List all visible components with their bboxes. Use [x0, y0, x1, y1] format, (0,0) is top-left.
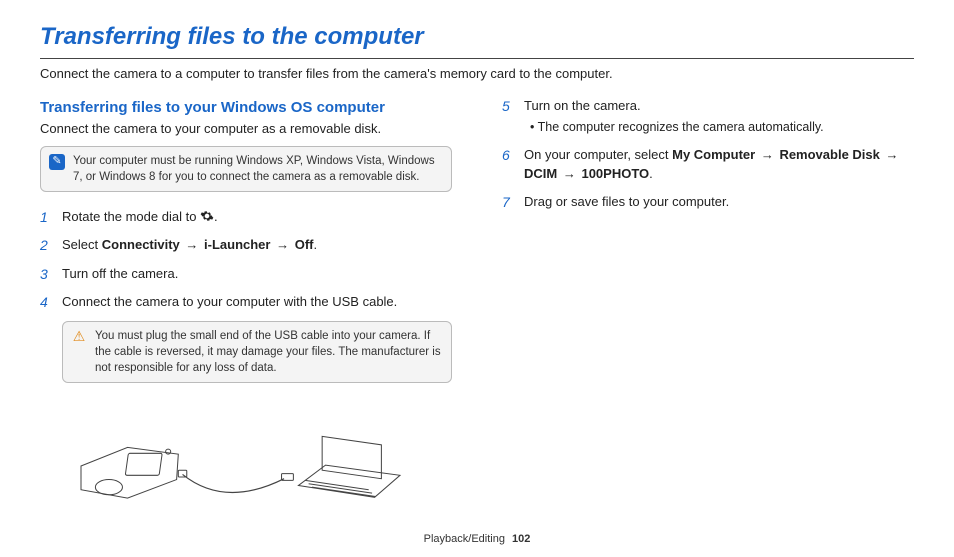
- step-6: 6 On your computer, select My Computer →…: [502, 146, 914, 182]
- ui-path-part: DCIM: [524, 166, 557, 181]
- arrow-icon: →: [185, 236, 198, 254]
- section-intro: Connect the camera to your computer as a…: [40, 120, 452, 138]
- ui-path-part: Off: [295, 237, 314, 252]
- usb-cable-icon: [178, 470, 293, 492]
- step-text: Select: [62, 237, 102, 252]
- step-subtext: The computer recognizes the camera autom…: [530, 119, 914, 137]
- step-text: Drag or save files to your computer.: [524, 194, 729, 209]
- step-2: 2 Select Connectivity → i-Launcher → Off…: [40, 236, 452, 254]
- step-text: Turn on the camera.: [524, 98, 641, 113]
- warning-box: ⚠ You must plug the small end of the USB…: [62, 321, 452, 383]
- step-number: 6: [502, 146, 510, 166]
- arrow-icon: →: [761, 146, 774, 164]
- step-number: 3: [40, 265, 48, 285]
- step-4: 4 Connect the camera to your computer wi…: [40, 293, 452, 311]
- step-number: 4: [40, 293, 48, 313]
- section-title: Transferring files to your Windows OS co…: [40, 97, 452, 118]
- step-number: 5: [502, 97, 510, 117]
- step-text-tail: .: [649, 166, 653, 181]
- footer-section: Playback/Editing: [424, 533, 505, 545]
- step-number: 2: [40, 236, 48, 256]
- step-number: 1: [40, 208, 48, 228]
- note-box: ✎ Your computer must be running Windows …: [40, 146, 452, 192]
- step-text: Rotate the mode dial to: [62, 209, 200, 224]
- right-column: 5 Turn on the camera. The computer recog…: [502, 97, 914, 527]
- step-number: 7: [502, 193, 510, 213]
- ui-path-part: Connectivity: [102, 237, 180, 252]
- step-text-tail: .: [214, 209, 218, 224]
- ui-path-part: Removable Disk: [779, 147, 879, 162]
- step-text: Turn off the camera.: [62, 266, 178, 281]
- warning-text: You must plug the small end of the USB c…: [95, 328, 441, 376]
- arrow-icon: →: [886, 146, 899, 164]
- ui-path-part: 100PHOTO: [581, 166, 649, 181]
- left-column: Transferring files to your Windows OS co…: [40, 97, 452, 527]
- step-3: 3 Turn off the camera.: [40, 265, 452, 283]
- warning-icon: ⚠: [71, 329, 87, 345]
- ui-path-part: i-Launcher: [204, 237, 270, 252]
- arrow-icon: →: [563, 165, 576, 183]
- step-7: 7 Drag or save files to your computer.: [502, 193, 914, 211]
- note-icon: ✎: [49, 154, 65, 170]
- laptop-icon: [298, 437, 400, 498]
- ui-path-part: My Computer: [672, 147, 755, 162]
- camera-icon: [81, 448, 178, 499]
- arrow-icon: →: [276, 236, 289, 254]
- gear-icon: [200, 209, 214, 223]
- step-text: On your computer, select: [524, 147, 672, 162]
- page-title: Transferring files to the computer: [40, 20, 914, 54]
- page-footer: Playback/Editing 102: [0, 532, 954, 547]
- step-text: Connect the camera to your computer with…: [62, 294, 397, 309]
- note-text: Your computer must be running Windows XP…: [73, 153, 441, 185]
- page-number: 102: [512, 533, 530, 545]
- page-intro: Connect the camera to a computer to tran…: [40, 65, 914, 83]
- title-rule: [40, 58, 914, 59]
- connection-illustration: [40, 411, 452, 521]
- step-1: 1 Rotate the mode dial to .: [40, 208, 452, 226]
- step-text-tail: .: [314, 237, 318, 252]
- step-5: 5 Turn on the camera. The computer recog…: [502, 97, 914, 137]
